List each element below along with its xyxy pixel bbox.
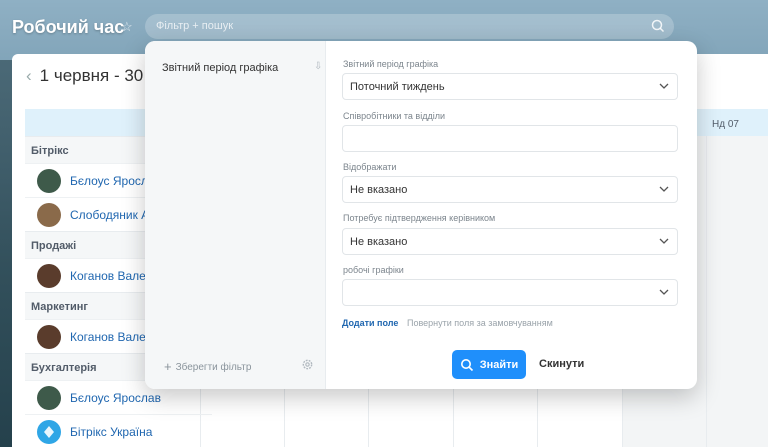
reset-button[interactable]: Скинути [539, 358, 584, 370]
report-period-select[interactable]: Поточний тиждень [342, 73, 678, 100]
restore-default-fields-link[interactable]: Повернути поля за замовчуванням [407, 318, 553, 328]
find-button-label: Знайти [479, 358, 519, 371]
search-icon[interactable] [650, 18, 666, 34]
employee-row[interactable]: Бітрікс Україна [25, 414, 212, 447]
avatar [37, 324, 61, 349]
gear-icon[interactable] [301, 358, 314, 371]
add-field-link[interactable]: Додати поле [342, 318, 398, 328]
chevron-down-icon [659, 186, 669, 192]
filter-preset-item[interactable]: Звітний період графіка [162, 62, 278, 74]
display-select[interactable]: Не вказано [342, 176, 678, 203]
manager-approval-select[interactable]: Не вказано [342, 228, 678, 255]
avatar [37, 202, 61, 227]
chevron-down-icon [659, 289, 669, 295]
field-label: робочі графіки [343, 265, 404, 275]
employees-departments-input[interactable] [342, 125, 678, 152]
favorite-star-icon[interactable]: ☆ [121, 19, 133, 35]
filter-popup: Звітний період графіка ⇩ + Зберегти фільт… [145, 41, 697, 389]
day-column-label: Нд 07 [712, 119, 739, 130]
filter-presets-panel: Звітний період графіка ⇩ + Зберегти фільт… [145, 41, 326, 389]
field-value: Не вказано [350, 236, 408, 248]
employee-name[interactable]: Бєлоус Ярослав [70, 391, 204, 405]
avatar [37, 419, 61, 444]
grid-line [706, 136, 707, 447]
find-button[interactable]: Знайти [452, 350, 526, 379]
chevron-down-icon [659, 83, 669, 89]
filter-search-input[interactable]: Фільтр + пошук [145, 14, 674, 39]
field-label: Потребує підтвердження керівником [343, 213, 496, 223]
employee-name[interactable]: Бітрікс Україна [70, 425, 204, 439]
field-value: Не вказано [350, 184, 408, 196]
period-selector[interactable]: ‹ 1 червня - 30 [26, 66, 143, 86]
pin-icon[interactable]: ⇩ [314, 61, 322, 72]
chevron-down-icon [659, 238, 669, 244]
period-label: 1 червня - 30 [39, 66, 144, 85]
page-title: Робочий час [12, 17, 125, 37]
search-placeholder: Фільтр + пошук [156, 20, 233, 32]
field-label: Співробітники та відділи [343, 111, 445, 121]
prev-period-icon[interactable]: ‹ [26, 66, 32, 85]
field-label: Відображати [343, 162, 397, 172]
save-filter-button[interactable]: + Зберегти фільтр [164, 359, 251, 374]
field-label: Звітний період графіка [343, 59, 439, 69]
bitrix-logo-icon [44, 425, 54, 438]
search-icon [460, 358, 473, 371]
avatar [37, 168, 61, 193]
field-value: Поточний тиждень [350, 81, 445, 93]
avatar [37, 263, 61, 288]
plus-icon: + [164, 359, 172, 374]
avatar [37, 385, 61, 410]
save-filter-label: Зберегти фільтр [175, 362, 252, 373]
work-schedules-select[interactable] [342, 279, 678, 306]
